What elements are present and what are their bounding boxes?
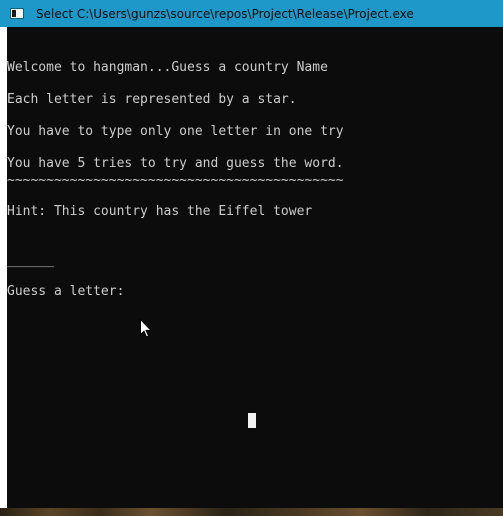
text-cursor	[248, 413, 256, 428]
title-bar[interactable]: Select C:\Users\gunzs\source\repos\Proje…	[0, 0, 503, 27]
console-line-one-letter: You have to type only one letter in one …	[7, 124, 344, 139]
window-title: Select C:\Users\gunzs\source\repos\Proje…	[36, 6, 414, 21]
word-blanks: ______	[7, 253, 54, 268]
console-window[interactable]: Select C:\Users\gunzs\source\repos\Proje…	[0, 0, 503, 508]
console-line-welcome: Welcome to hangman...Guess a country Nam…	[7, 60, 328, 75]
desktop-wallpaper	[0, 508, 503, 516]
console-output[interactable]: Welcome to hangman...Guess a country Nam…	[7, 27, 503, 508]
console-app-icon[interactable]	[10, 8, 24, 19]
guess-prompt: Guess a letter:	[7, 284, 125, 299]
console-divider: ~~~~~~~~~~~~~~~~~~~~~~~~~~~~~~~~~~~~~~~~…	[7, 173, 344, 188]
console-line-star-info: Each letter is represented by a star.	[7, 92, 297, 107]
console-line-tries: You have 5 tries to try and guess the wo…	[7, 156, 344, 171]
console-line-hint: Hint: This country has the Eiffel tower	[7, 204, 313, 219]
window-left-border	[0, 27, 7, 508]
mouse-pointer-icon	[140, 319, 152, 338]
desktop: Select C:\Users\gunzs\source\repos\Proje…	[0, 0, 503, 516]
